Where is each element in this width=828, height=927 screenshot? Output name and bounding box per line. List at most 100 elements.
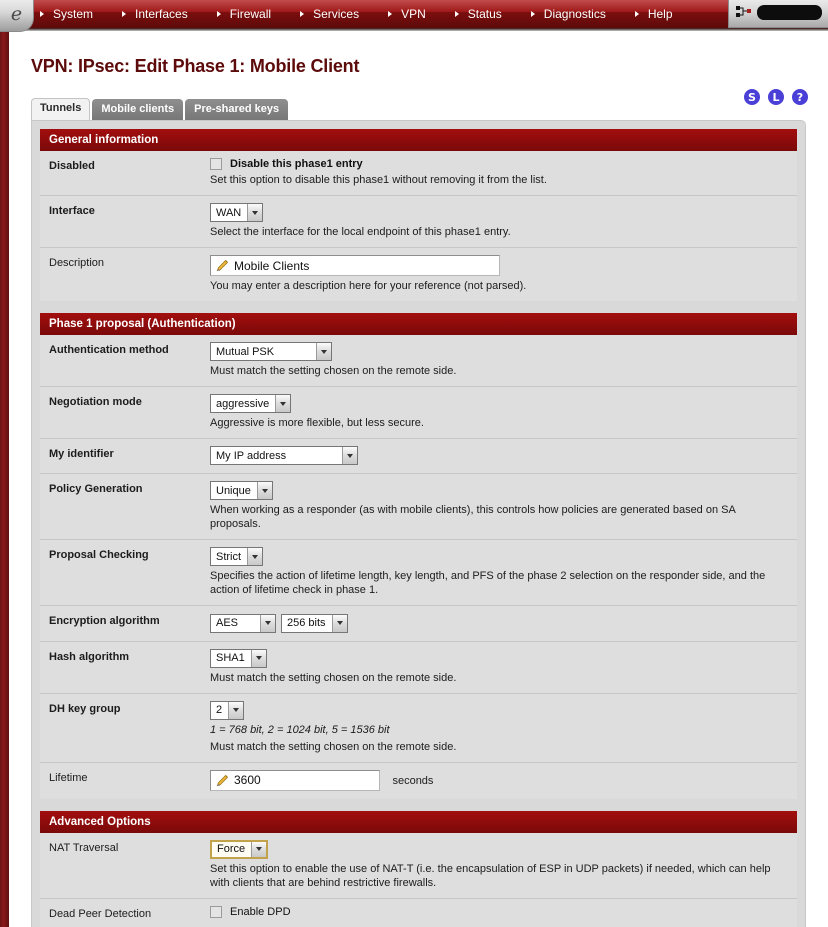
row-field-interface: WAN Select the interface for the local e… xyxy=(210,203,797,239)
encryption-algorithm-select[interactable]: AES xyxy=(210,613,276,633)
nav-item-interfaces[interactable]: Interfaces xyxy=(120,7,195,21)
interface-hint: Select the interface for the local endpo… xyxy=(210,226,511,238)
page-left-border xyxy=(0,0,9,927)
network-map-icon[interactable] xyxy=(736,5,752,19)
row-label-auth-method: Authentication method xyxy=(49,344,169,356)
row-field-auth-method: Mutual PSK Must match the setting chosen… xyxy=(210,342,797,378)
disable-phase1-checkbox[interactable] xyxy=(210,158,222,170)
tab-mobile-clients[interactable]: Mobile clients xyxy=(92,99,184,120)
chevron-right-icon xyxy=(634,11,639,17)
row-label-lifetime: Lifetime xyxy=(49,771,88,784)
policy-generation-select[interactable]: Unique xyxy=(210,481,273,500)
enable-dpd-checkbox[interactable] xyxy=(210,905,222,918)
row-label-interface: Interface xyxy=(49,205,95,217)
dh-key-group-select[interactable]: 2 xyxy=(210,700,245,720)
pencil-icon xyxy=(215,258,230,273)
hash-algorithm-value: SHA1 xyxy=(216,652,245,664)
nav-item-label: Firewall xyxy=(229,7,272,21)
interface-select[interactable]: WAN xyxy=(210,203,264,222)
row-auth-method: Authentication method Mutual PSK Must ma… xyxy=(40,335,797,387)
chevron-down-icon xyxy=(316,343,331,360)
row-encryption-algorithm: Encryption algorithm AES 256 bits xyxy=(40,606,797,642)
description-input[interactable]: Mobile Clients xyxy=(210,255,500,276)
page-title: VPN: IPsec: Edit Phase 1: Mobile Client xyxy=(31,56,360,76)
proposal-checking-select-value: Strict xyxy=(216,550,242,563)
pfsense-logo[interactable]: e xyxy=(0,0,34,32)
tab-pre-shared-keys[interactable]: Pre-shared keys xyxy=(185,99,289,120)
link-icon-glyph: L xyxy=(772,90,780,104)
nav-item-help[interactable]: Help xyxy=(633,7,680,21)
section-header-phase1: Phase 1 proposal (Authentication) xyxy=(40,313,797,335)
proposal-checking-select[interactable]: Strict xyxy=(210,547,264,566)
section-body-phase1: Authentication method Mutual PSK Must ma… xyxy=(40,335,797,799)
nav-item-firewall[interactable]: Firewall xyxy=(215,7,278,21)
nav-item-status[interactable]: Status xyxy=(453,7,509,21)
nav-item-vpn[interactable]: VPN xyxy=(386,7,433,21)
row-field-policy-generation: Unique When working as a responder (as w… xyxy=(210,481,797,531)
disable-phase1-label: Disable this phase1 entry xyxy=(230,158,363,170)
hash-algorithm-select[interactable]: SHA1 xyxy=(210,648,267,668)
link-icon[interactable]: L xyxy=(768,89,784,105)
chevron-right-icon xyxy=(454,11,459,17)
nav-item-label: Help xyxy=(647,7,673,21)
page-root: System Interfaces Firewall Services VPN … xyxy=(0,0,828,927)
encryption-keylength-select[interactable]: 256 bits xyxy=(281,613,348,633)
nav-item-label: Status xyxy=(467,7,502,21)
support-icon[interactable]: S xyxy=(744,89,760,105)
enable-dpd-checkrow[interactable]: Enable DPD xyxy=(210,905,789,918)
disabled-hint: Set this option to disable this phase1 w… xyxy=(210,174,547,186)
chevron-down-icon xyxy=(251,841,267,857)
help-icon[interactable]: ? xyxy=(792,89,808,105)
chevron-down-icon xyxy=(331,614,347,632)
chevron-right-icon xyxy=(388,11,393,17)
tab-tunnels[interactable]: Tunnels xyxy=(31,98,91,120)
chevron-down-icon xyxy=(256,482,272,499)
chevron-down-icon xyxy=(275,395,291,412)
row-field-proposal-checking: Strict Specifies the action of lifetime … xyxy=(210,547,797,597)
row-label-my-identifier: My identifier xyxy=(49,448,114,460)
chevron-down-icon xyxy=(250,649,266,667)
logo-glyph: e xyxy=(10,2,23,25)
row-field-my-identifier: My IP address xyxy=(210,446,797,465)
row-hash-algorithm: Hash algorithm SHA1 Must match the setti… xyxy=(40,642,797,694)
nat-traversal-select[interactable]: Force xyxy=(210,839,269,859)
lifetime-input[interactable]: 3600 xyxy=(210,769,380,791)
negotiation-mode-select-value: aggressive xyxy=(216,397,270,410)
my-identifier-select[interactable]: My IP address xyxy=(210,446,358,465)
row-label-encryption-algorithm: Encryption algorithm xyxy=(49,615,160,627)
encryption-controls: AES 256 bits xyxy=(210,613,348,633)
encryption-algorithm-value: AES xyxy=(216,617,239,629)
nat-traversal-value: Force xyxy=(217,843,246,855)
row-label-hash-algorithm: Hash algorithm xyxy=(49,650,130,663)
auth-method-select[interactable]: Mutual PSK xyxy=(210,342,332,361)
row-field-disabled: Disable this phase1 entry Set this optio… xyxy=(210,158,797,187)
chevron-down-icon xyxy=(342,447,357,464)
disable-phase1-checkrow[interactable]: Disable this phase1 entry xyxy=(210,158,789,170)
nav-item-label: Interfaces xyxy=(135,7,188,21)
my-identifier-select-value: My IP address xyxy=(216,449,287,462)
lifetime-unit: seconds xyxy=(392,775,434,788)
nav-item-system[interactable]: System xyxy=(38,7,100,21)
chevron-down-icon xyxy=(247,204,263,221)
section-body-advanced: NAT Traversal Force Set this option to e… xyxy=(40,832,797,927)
row-dh-key-group: DH key group 2 1 = 768 bit, 2 = 1024 bit… xyxy=(40,694,797,763)
nav-item-label: System xyxy=(53,7,94,21)
negotiation-mode-select[interactable]: aggressive xyxy=(210,394,292,413)
nav-item-services[interactable]: Services xyxy=(298,7,366,21)
row-field-dh-key-group: 2 1 = 768 bit, 2 = 1024 bit, 5 = 1536 bi… xyxy=(210,700,797,754)
pencil-icon xyxy=(215,773,230,788)
auth-method-hint: Must match the setting chosen on the rem… xyxy=(210,365,457,377)
tab-label: Mobile clients xyxy=(101,103,175,115)
policy-generation-select-value: Unique xyxy=(216,484,251,497)
section-header-advanced: Advanced Options xyxy=(40,810,797,833)
nat-traversal-hint: Set this option to enable the use of NAT… xyxy=(210,862,771,889)
help-icon-glyph: ? xyxy=(796,90,804,104)
row-lifetime: Lifetime 3600 seconds xyxy=(40,763,797,799)
negotiation-mode-hint: Aggressive is more flexible, but less se… xyxy=(210,417,424,429)
row-dead-peer-detection: Dead Peer Detection Enable DPD xyxy=(40,899,797,927)
nav-item-diagnostics[interactable]: Diagnostics xyxy=(529,7,613,21)
settings-panel: General information Disabled Disable thi… xyxy=(31,120,806,927)
enable-dpd-label: Enable DPD xyxy=(230,905,291,918)
chevron-down-icon xyxy=(228,701,244,719)
auth-method-select-value: Mutual PSK xyxy=(216,345,275,358)
